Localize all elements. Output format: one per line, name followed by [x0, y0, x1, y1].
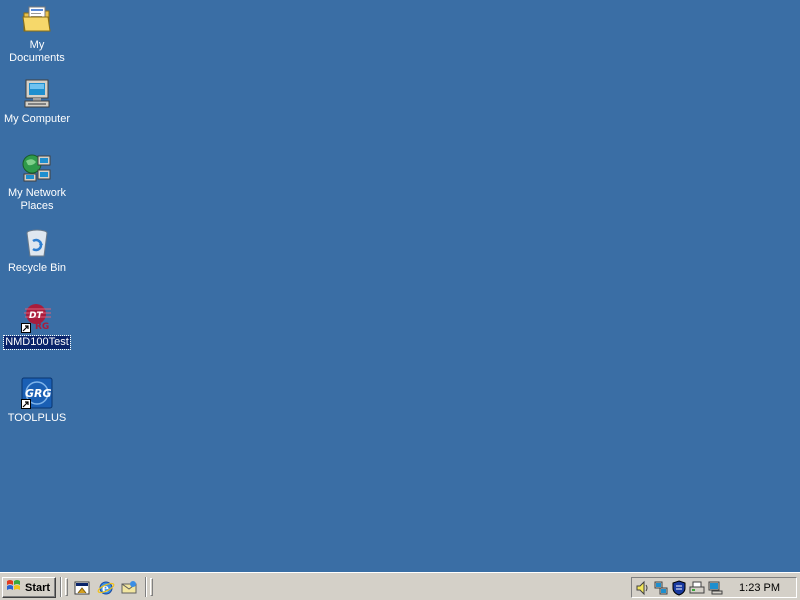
internet-explorer-icon[interactable]: e: [97, 579, 115, 597]
display-icon[interactable]: [707, 580, 723, 596]
clock[interactable]: 1:23 PM: [739, 582, 780, 594]
desktop-icon-label: My Computer: [3, 113, 71, 125]
desktop-icon-my-documents[interactable]: My Documents: [0, 4, 74, 65]
desktop-icon-label: NMD100Test: [3, 335, 71, 350]
desktop-icon-recycle-bin[interactable]: Recycle Bin: [0, 227, 74, 275]
system-tray: 1:23 PM: [631, 577, 797, 598]
folder-documents-icon: [21, 4, 53, 36]
network-connection-icon[interactable]: [653, 580, 669, 596]
svg-text:DT: DT: [29, 311, 43, 321]
grg-toolplus-shortcut-icon: GRG: [21, 377, 53, 409]
desktop-icon-nmd100test[interactable]: DT RG NMD100Test: [0, 301, 74, 350]
computer-icon: [21, 78, 53, 110]
windows-logo-icon: [6, 579, 22, 596]
desktop-icon-label: My Network Places: [7, 187, 67, 212]
taskbar: Start e 1:23 PM: [0, 572, 800, 600]
desktop-icon-toolplus[interactable]: GRG TOOLPLUS: [0, 377, 74, 425]
outlook-express-icon[interactable]: [120, 579, 138, 597]
desktop-icon-label: TOOLPLUS: [7, 412, 67, 424]
start-button[interactable]: Start: [2, 577, 56, 598]
recycle-bin-icon: [21, 227, 53, 259]
show-desktop-icon[interactable]: [73, 579, 91, 597]
quick-launch-grip[interactable]: [65, 578, 68, 596]
desktop-icon-label: My Documents: [9, 39, 65, 64]
network-places-icon: [21, 152, 53, 184]
desktop[interactable]: My Documents My Computer My Network Plac…: [0, 0, 800, 572]
printer-icon[interactable]: [689, 580, 705, 596]
desktop-icon-my-network-places[interactable]: My Network Places: [0, 152, 74, 213]
taskbar-separator: [145, 577, 147, 597]
desktop-icon-label: Recycle Bin: [7, 262, 67, 274]
shortcut-arrow-icon: [21, 323, 31, 333]
taskbar-separator: [60, 577, 62, 597]
volume-icon[interactable]: [635, 580, 651, 596]
shortcut-arrow-icon: [21, 399, 31, 409]
taskbar-grip[interactable]: [150, 578, 153, 596]
svg-text:RG: RG: [35, 322, 49, 332]
desktop-icon-my-computer[interactable]: My Computer: [0, 78, 74, 126]
nmd100test-shortcut-icon: DT RG: [21, 301, 53, 333]
security-shield-icon[interactable]: [671, 580, 687, 596]
start-label: Start: [25, 581, 51, 594]
